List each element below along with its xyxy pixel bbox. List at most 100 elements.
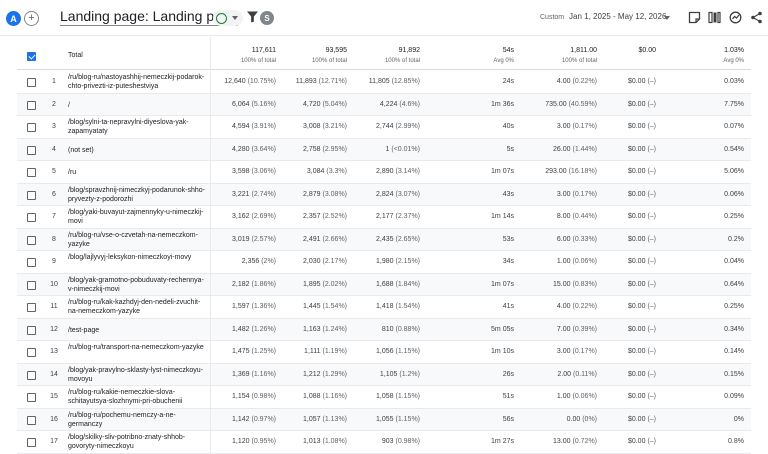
cell-col6: $0.00 (–) [600, 146, 656, 153]
cell-percent: (1.24%) [322, 325, 347, 333]
cell-col4: 56s [457, 416, 514, 423]
landing-page-link[interactable]: /blog/skilky-sliv-potribno-znaty-shhob-g… [68, 433, 208, 451]
cell-col6: $0.00 (–) [600, 258, 656, 265]
cell-col4: 5s [457, 146, 514, 153]
landing-page-link[interactable]: /ru/blog-ru/transport-na-nemeczkom-yazyk… [68, 343, 208, 352]
table-row[interactable]: 13/ru/blog-ru/transport-na-nemeczkom-yaz… [17, 341, 751, 364]
table-row[interactable]: 8/ru/blog-ru/vse-o-czvetah-na-nemeczkom-… [17, 228, 751, 251]
cell-value: $0.00 [627, 258, 646, 265]
insights-icon[interactable] [729, 11, 742, 24]
cell-percent: (1.44%) [572, 145, 597, 153]
table-row[interactable]: 1/ru/blog-ru/nastoyashhij-nemeczkij-poda… [17, 71, 751, 94]
table-row[interactable]: 6/blog/spravzhnij-nimeczkyj-podarunok-sh… [17, 183, 751, 206]
landing-page-link[interactable]: /ru/blog-ru/vse-o-czvetah-na-nemeczkom-y… [68, 231, 208, 249]
cell-percent: (2.02%) [322, 280, 347, 288]
customize-report-icon[interactable] [708, 11, 721, 24]
table-row[interactable]: 10/blog/yak-gramotno-pobuduvaty-rechenny… [17, 273, 751, 296]
landing-page-link[interactable]: /blog/yak-pravylno-sklasty-lyst-nimeczko… [68, 366, 208, 384]
row-checkbox[interactable] [27, 123, 36, 132]
landing-page-link[interactable]: /blog/lajlyvyj-leksykon-nimeczkoyi-movy [68, 253, 208, 262]
cell-col2: 1,445 (1.54%) [279, 303, 347, 310]
notes-icon[interactable] [688, 11, 701, 24]
cell-value: 43s [502, 190, 514, 198]
row-checkbox[interactable] [27, 438, 36, 447]
landing-page-link[interactable]: /blog/yaki-buvayut-zajmennyky-u-nimeczki… [68, 208, 208, 226]
report-status-dropdown[interactable] [213, 10, 243, 26]
table-row[interactable]: 4 (not set) 4,280 (3.64%) 2,758 (2.95%) 1 (<… [17, 138, 751, 161]
share-icon[interactable] [750, 11, 763, 24]
filter-icon[interactable] [247, 11, 258, 23]
cell-value: $0.00 [627, 235, 646, 243]
row-checkbox[interactable] [27, 78, 36, 87]
landing-page-link[interactable]: /ru/blog-ru/kakie-nemeczkie-slova-schita… [68, 388, 208, 406]
segment-avatar[interactable]: A [6, 11, 21, 26]
row-checkbox[interactable] [27, 213, 36, 222]
cell-percent: (0.11%) [573, 370, 597, 378]
cell-col4: 40s [457, 123, 514, 130]
landing-page-link[interactable]: (not set) [68, 146, 208, 155]
date-chevron-down-icon[interactable] [664, 16, 670, 20]
row-checkbox[interactable] [27, 235, 36, 245]
cell-col7: 7.75% [667, 101, 744, 108]
cell-col2: 3,008 (3.21%) [279, 123, 347, 130]
landing-page-link[interactable]: /blog/sylni-ta-nepravylni-diyeslova-yak-… [68, 118, 208, 136]
cell-percent: (0.06%) [572, 393, 597, 400]
row-checkbox[interactable] [27, 258, 36, 267]
cell-col6: $0.00 (–) [600, 348, 656, 355]
landing-page-link[interactable]: /ru/blog-ru/nastoyashhij-nemeczkij-podar… [68, 73, 208, 91]
cell-value: 4,720 [303, 100, 321, 108]
landing-page-link[interactable]: /ru/blog-ru/kak-kazhdyj-den-nedeli-zvuch… [68, 298, 208, 316]
cell-col7: 0.2% [667, 236, 744, 243]
cell-value: 1,369 [232, 370, 250, 378]
cell-value: 1,418 [376, 303, 394, 310]
table-row[interactable]: 2/6,064 (5.16%) 4,720 (5.04%) 4,224 (4.6%)… [17, 93, 751, 116]
landing-page-link[interactable]: /ru [68, 168, 208, 177]
landing-page-link[interactable]: /blog/spravzhnij-nimeczkyj-podarunok-shh… [68, 186, 208, 204]
landing-page-link[interactable]: /blog/yak-gramotno-pobuduvaty-rechennya-… [68, 276, 208, 294]
cell-percent: (1.54%) [395, 303, 420, 310]
cell-percent: (16.18%) [568, 168, 597, 175]
table-row[interactable]: 16/ru/blog-ru/pochemu-nemczy-a-ne-german… [17, 408, 751, 431]
table-row[interactable]: 12/test-page 1,482 (1.26%) 1,163 (1.24%) 81… [17, 318, 751, 341]
row-checkbox[interactable] [27, 280, 36, 290]
cell-col2: 2,879 (3.08%) [279, 191, 347, 198]
row-checkbox[interactable] [27, 303, 36, 312]
cell-percent: (–) [647, 415, 656, 423]
add-comparison-button[interactable]: + [24, 11, 39, 26]
landing-page-link[interactable]: /test-page [68, 326, 208, 335]
cell-value: 1m 07s [491, 168, 514, 175]
table-row[interactable]: 3/blog/sylni-ta-nepravylni-diyeslova-yak… [17, 116, 751, 139]
table-row[interactable]: 7/blog/yaki-buvayut-zajmennyky-u-nimeczk… [17, 206, 751, 229]
row-checkbox[interactable] [27, 393, 36, 402]
row-checkbox[interactable] [27, 348, 36, 357]
select-all-checkbox[interactable] [27, 52, 36, 61]
cell-value: 1,475 [232, 348, 250, 355]
table-row[interactable]: 15/ru/blog-ru/kakie-nemeczkie-slova-schi… [17, 386, 751, 409]
cell-col4: 34s [457, 258, 514, 265]
landing-page-link[interactable]: / [68, 101, 208, 110]
row-checkbox[interactable] [27, 145, 36, 155]
table-row[interactable]: 11/ru/blog-ru/kak-kazhdyj-den-nedeli-zvu… [17, 296, 751, 319]
total-col1: 117,611 [251, 47, 276, 54]
cell-percent: (0.98%) [251, 393, 276, 400]
cell-value: 3,019 [232, 235, 250, 243]
row-checkbox[interactable] [27, 190, 36, 200]
table-row[interactable]: 9/blog/lajlyvyj-leksykon-nimeczkoyi-movy… [17, 251, 751, 274]
date-range-picker[interactable]: Jan 1, 2025 - May 12, 2026 [569, 12, 666, 21]
row-checkbox[interactable] [27, 100, 36, 110]
row-checkbox[interactable] [27, 168, 36, 177]
filter-badge[interactable]: S [260, 11, 274, 25]
cell-col6: $0.00 (–) [600, 393, 656, 400]
cell-col6: $0.00 (–) [600, 123, 656, 130]
cell-value: $0.00 [627, 303, 646, 310]
row-index: 3 [52, 123, 56, 130]
table-row[interactable]: 17/blog/skilky-sliv-potribno-znaty-shhob… [17, 431, 751, 454]
landing-page-link[interactable]: /ru/blog-ru/pochemu-nemczy-a-ne-germancz… [68, 411, 208, 429]
row-checkbox[interactable] [27, 370, 36, 380]
table-row[interactable]: 14/blog/yak-pravylno-sklasty-lyst-nimecz… [17, 363, 751, 386]
cell-percent: (12.71%) [318, 78, 347, 85]
row-checkbox[interactable] [27, 325, 36, 335]
cell-value: 53s [502, 235, 514, 243]
row-checkbox[interactable] [27, 415, 36, 425]
table-row[interactable]: 5/ru 3,598 (3.06%) 3,084 (3.3%) 2,890 (3.14… [17, 161, 751, 184]
